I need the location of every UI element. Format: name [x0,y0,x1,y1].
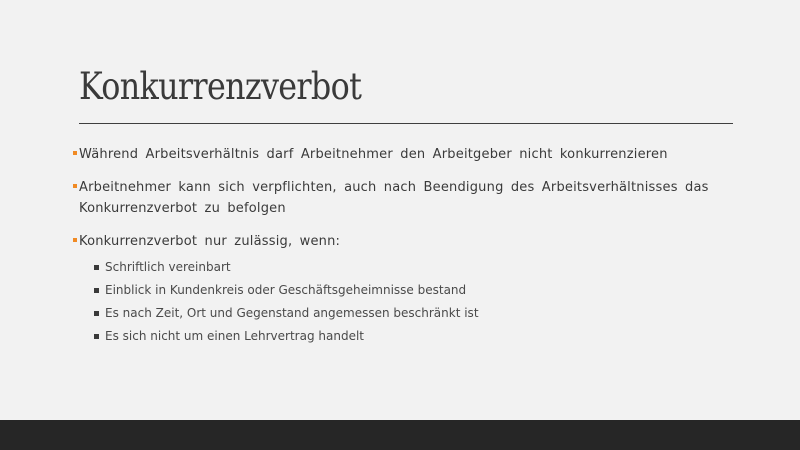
bullet-item: Arbeitnehmer kann sich verpflichten, auc… [72,177,742,219]
sub-bullet-item: Es nach Zeit, Ort und Gegenstand angemes… [92,302,742,325]
square-bullet-icon [94,288,99,293]
square-bullet-icon [94,311,99,316]
orange-bullet-icon [73,151,77,155]
sub-bullet-item: Einblick in Kundenkreis oder Geschäftsge… [92,279,742,302]
slide: Konkurrenzverbot Während Arbeitsverhältn… [0,0,800,450]
sub-bullet-item: Es sich nicht um einen Lehrvertrag hande… [92,325,742,348]
sub-bullet-text: Einblick in Kundenkreis oder Geschäftsge… [105,283,467,297]
sub-bullet-list: Schriftlich vereinbart Einblick in Kunde… [92,256,742,348]
bullet-item: Während Arbeitsverhältnis darf Arbeitneh… [72,144,742,165]
bullet-text: Konkurrenzverbot nur zulässig, wenn: [79,234,341,249]
orange-bullet-icon [73,238,77,242]
orange-bullet-icon [73,184,77,188]
title-divider [79,123,733,124]
slide-title: Konkurrenzverbot [79,65,362,108]
square-bullet-icon [94,334,99,339]
bullet-text: Arbeitnehmer kann sich verpflichten, auc… [79,180,709,216]
bullet-text: Während Arbeitsverhältnis darf Arbeitneh… [79,147,668,162]
bullet-item: Konkurrenzverbot nur zulässig, wenn: Sch… [72,231,742,348]
footer-bar [0,420,800,450]
sub-bullet-item: Schriftlich vereinbart [92,256,742,279]
sub-bullet-text: Schriftlich vereinbart [105,260,231,274]
square-bullet-icon [94,265,99,270]
sub-bullet-text: Es nach Zeit, Ort und Gegenstand angemes… [105,306,479,320]
sub-bullet-text: Es sich nicht um einen Lehrvertrag hande… [105,329,364,343]
slide-content: Während Arbeitsverhältnis darf Arbeitneh… [72,144,742,348]
